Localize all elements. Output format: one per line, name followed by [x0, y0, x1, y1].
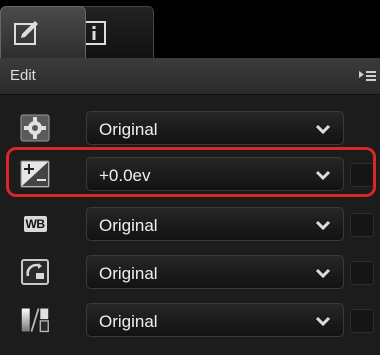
row-toggle[interactable]: [350, 261, 374, 285]
dropdown-value: Original: [99, 216, 158, 235]
row-exposure: +0.0ev: [0, 151, 380, 197]
exposure-compensation-icon[interactable]: [20, 160, 50, 188]
panel-menu-icon[interactable]: [358, 68, 376, 84]
tone-dropdown[interactable]: Original: [86, 303, 344, 337]
edit-icon: [14, 20, 38, 45]
gear-icon[interactable]: [20, 114, 50, 142]
row-toggle[interactable]: [350, 163, 374, 187]
row-general: Original: [0, 105, 380, 151]
edit-panel: Edit Original +0.0ev WB Original Origina…: [0, 0, 380, 355]
chevron-down-icon: [315, 170, 331, 181]
white-balance-icon[interactable]: WB: [20, 210, 50, 238]
panel-title: Edit: [10, 67, 36, 84]
dropdown-value: +0.0ev: [99, 166, 151, 185]
white-balance-dropdown[interactable]: Original: [86, 207, 344, 241]
chevron-down-icon: [315, 316, 331, 327]
row-white-balance: WB Original: [0, 201, 380, 247]
row-toggle[interactable]: [350, 309, 374, 333]
dropdown-value: Original: [99, 312, 158, 331]
exposure-dropdown[interactable]: +0.0ev: [86, 157, 344, 191]
tone-curve-icon[interactable]: [20, 306, 50, 334]
dropdown-value: Original: [99, 264, 158, 283]
chevron-down-icon: [315, 124, 331, 135]
row-picture-control: Original: [0, 249, 380, 295]
tab-bar: [0, 0, 380, 58]
row-toggle[interactable]: [350, 213, 374, 237]
general-dropdown[interactable]: Original: [86, 111, 344, 145]
wb-label: WB: [23, 216, 47, 232]
picture-control-dropdown[interactable]: Original: [86, 255, 344, 289]
adjustment-rows: Original +0.0ev WB Original Original Ori…: [0, 95, 380, 355]
chevron-down-icon: [315, 268, 331, 279]
chevron-down-icon: [315, 220, 331, 231]
dropdown-value: Original: [99, 120, 158, 139]
row-tone: Original: [0, 297, 380, 343]
picture-control-icon[interactable]: [20, 258, 50, 286]
tab-edit[interactable]: [0, 6, 86, 58]
panel-header: Edit: [0, 58, 380, 95]
